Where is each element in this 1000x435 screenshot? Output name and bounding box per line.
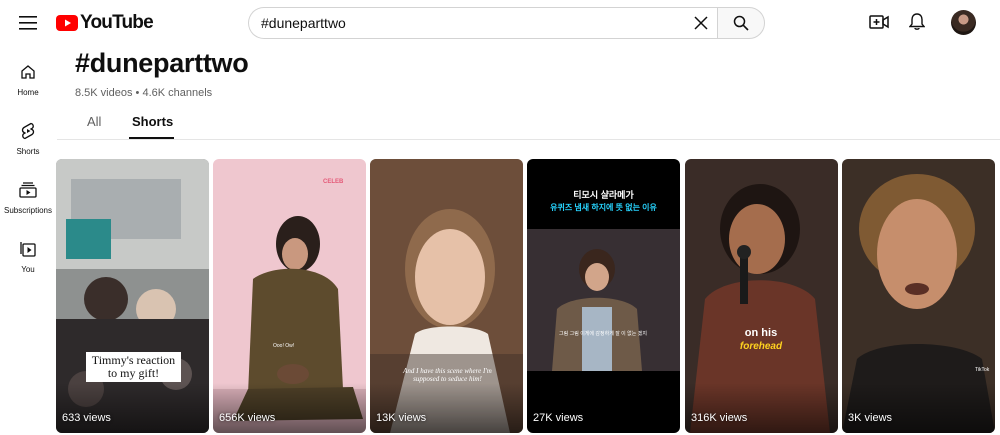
short-caption-subtitle: 유퀴즈 냄새 하지에 뜻 없는 이유 [550, 203, 657, 212]
home-icon [18, 62, 38, 82]
sidebar-item-shorts[interactable]: Shorts [0, 111, 56, 161]
avatar[interactable] [951, 10, 976, 35]
youtube-logo[interactable]: YouTube [56, 12, 154, 34]
thumbnail-shade [56, 383, 209, 433]
hamburger-icon [19, 16, 37, 30]
search-icon [733, 15, 749, 31]
short-caption-line: forehead [739, 341, 783, 352]
short-caption: And I have this scene where I'm supposed… [403, 367, 492, 383]
search-input[interactable] [261, 8, 681, 38]
clear-search-button[interactable] [690, 12, 712, 34]
tiktok-watermark: TikTok [975, 367, 990, 373]
tab-all[interactable]: All [87, 114, 101, 129]
sidebar-item-you[interactable]: You [0, 229, 56, 279]
page-title: #duneparttwo [75, 48, 249, 78]
thumbnail-shade [370, 383, 523, 433]
short-view-count: 656K views [219, 412, 276, 424]
tab-selected-indicator [129, 137, 174, 139]
short-view-count: 3K views [848, 412, 893, 424]
short-card[interactable]: And I have this scene where I'm supposed… [370, 159, 523, 433]
bell-icon [909, 13, 925, 30]
short-caption-subtitle: 그림 그림 이게에 감정하게 잘 이 없는 겠지 [559, 331, 647, 337]
sidebar-item-subscriptions[interactable]: Subscriptions [0, 170, 56, 220]
short-caption: Ooo! Ow! [273, 343, 295, 349]
search-button[interactable] [717, 7, 765, 39]
menu-button[interactable] [16, 11, 40, 35]
thumbnail-shade [842, 383, 995, 433]
short-card[interactable]: Timmy's reaction to my gift! 633 views [56, 159, 209, 433]
youtube-play-icon [56, 15, 78, 31]
notifications-button[interactable] [905, 10, 929, 34]
short-view-count: 316K views [691, 412, 748, 424]
short-card[interactable]: TikTok 3K views [842, 159, 995, 433]
you-icon [18, 239, 38, 259]
short-card[interactable]: CELEB Ooo! Ow! 656K views [213, 159, 366, 433]
thumbnail-shade [685, 383, 838, 433]
sidebar-item-label: You [21, 265, 35, 274]
short-thumbnail [527, 159, 680, 433]
thumbnail-shade [213, 383, 366, 433]
create-button[interactable] [867, 10, 891, 34]
short-view-count: 27K views [533, 412, 584, 424]
tab-bar: All Shorts [57, 110, 1000, 140]
short-card[interactable]: 티모시 샬라메가 유퀴즈 냄새 하지에 뜻 없는 이유 그림 그림 이게에 감정… [527, 159, 680, 433]
create-video-icon [869, 15, 889, 29]
close-icon [694, 16, 708, 30]
shorts-icon [18, 121, 38, 141]
tab-shorts[interactable]: Shorts [132, 114, 173, 129]
sidebar-item-label: Home [17, 88, 39, 97]
top-bar: YouTube [0, 0, 1000, 46]
hashtag-stats: 8.5K videos • 4.6K channels [75, 87, 213, 99]
short-card[interactable]: on his forehead 316K views [685, 159, 838, 433]
sidebar-item-home[interactable]: Home [0, 52, 56, 102]
channel-watermark: CELEB [323, 179, 344, 185]
short-caption: Timmy's reaction to my gift! [86, 352, 181, 382]
short-view-count: 633 views [62, 412, 111, 424]
sidebar-item-label: Subscriptions [3, 206, 53, 215]
subscriptions-icon [18, 180, 38, 200]
sidebar-item-label: Shorts [16, 147, 40, 156]
short-caption-title: 티모시 샬라메가 [573, 190, 634, 200]
search-box [248, 7, 717, 39]
logo-text: YouTube [80, 12, 154, 33]
short-view-count: 13K views [376, 412, 427, 424]
short-caption-line: on his [744, 327, 778, 339]
